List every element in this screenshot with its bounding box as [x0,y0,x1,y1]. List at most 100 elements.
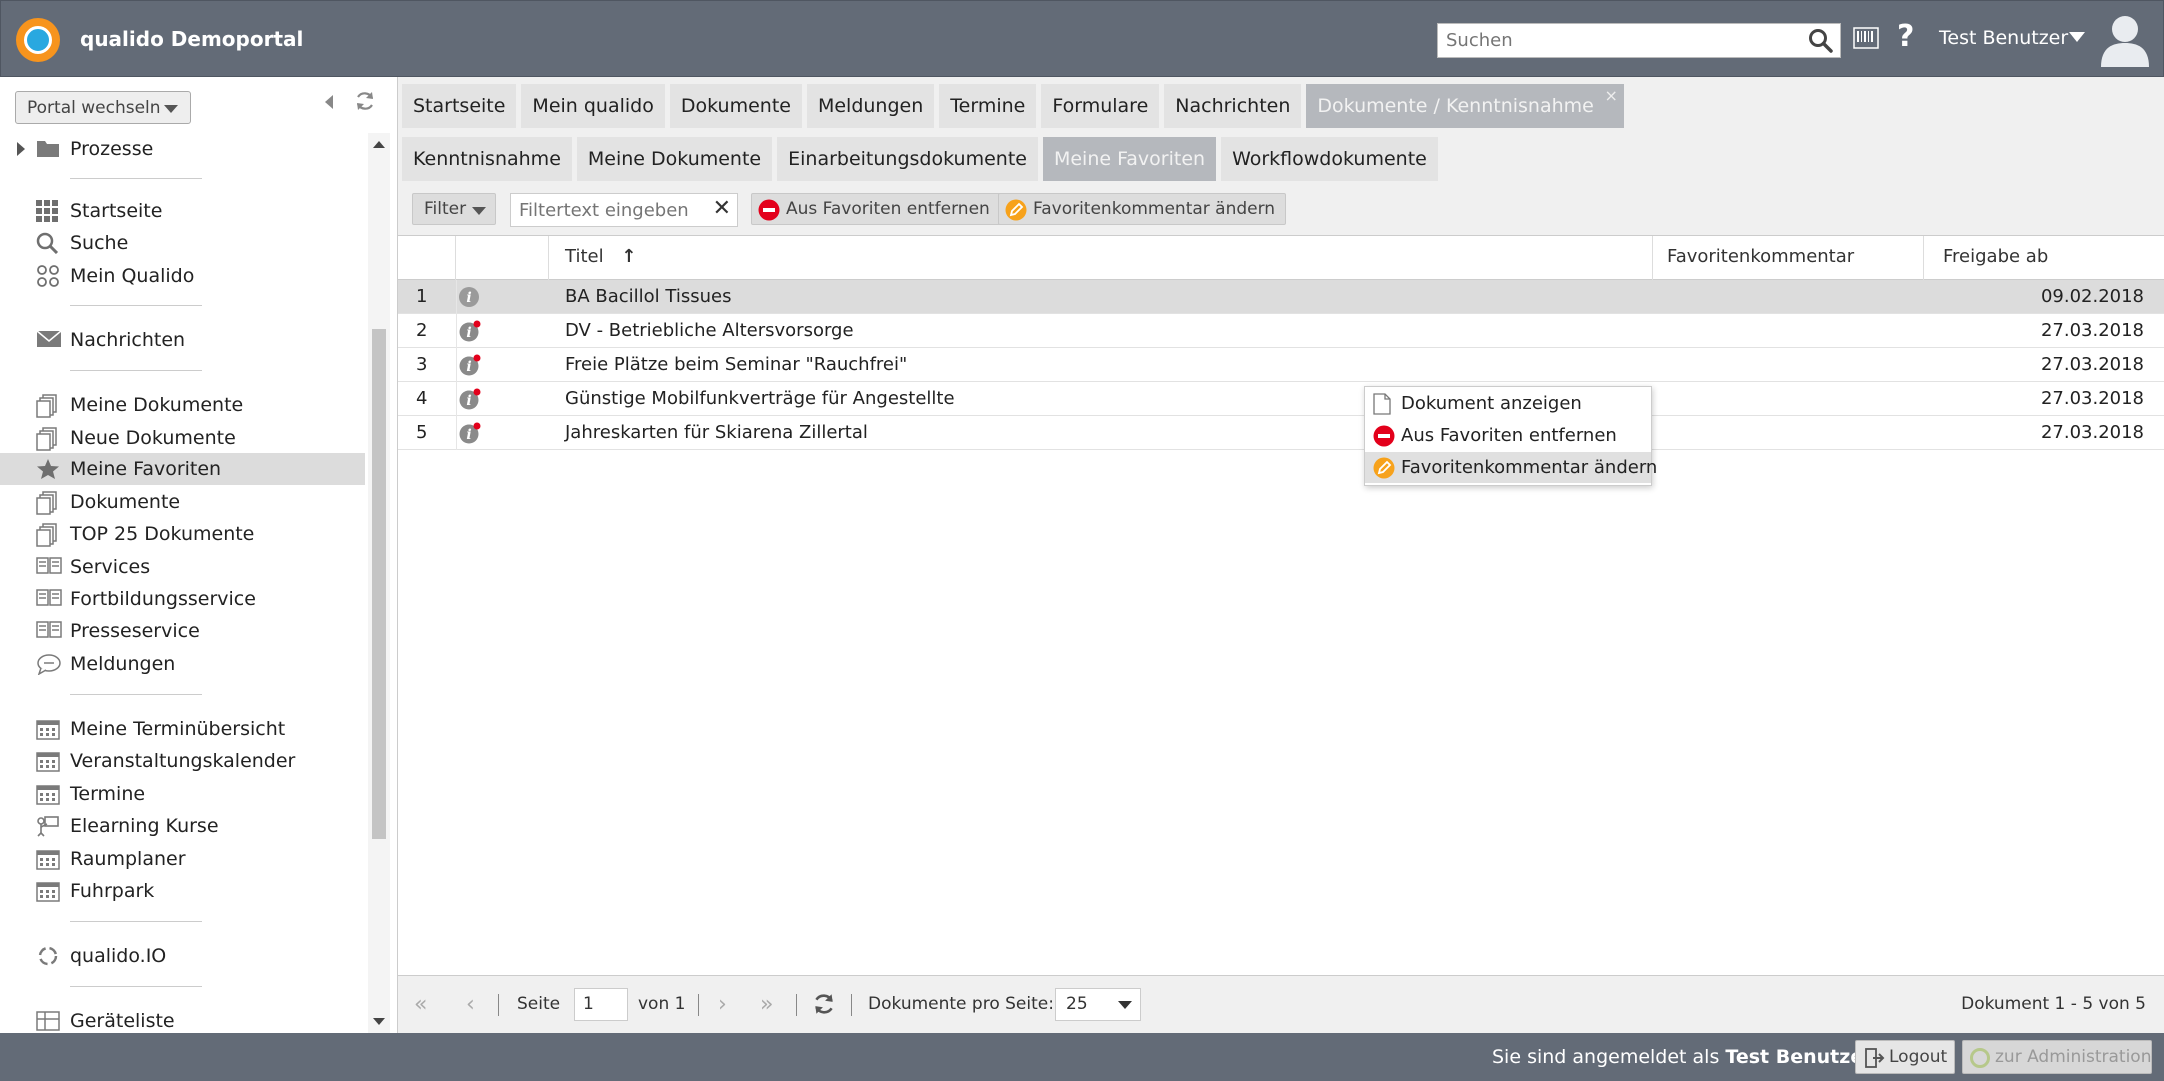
tab-nachrichten[interactable]: Nachrichten [1164,84,1302,128]
subtab-einarbeitungsdokumente[interactable]: Einarbeitungsdokumente [777,137,1038,181]
help-icon[interactable]: ? [1897,19,1914,54]
info-unread-icon[interactable]: i [458,354,482,381]
filter-text-input[interactable] [511,194,701,226]
chevron-down-icon [472,207,486,215]
sidebar-item-suche[interactable]: Suche [0,227,365,259]
page-number-input[interactable]: 1 [574,988,628,1021]
first-page-icon[interactable]: « [414,992,427,1017]
sidebar-item-label: Meine Dokumente [70,394,244,416]
last-page-icon[interactable]: » [760,992,773,1017]
sidebar-tree-item-prozesse[interactable]: Prozesse [0,133,365,165]
column-header-favoritenkommentar[interactable]: Favoritenkommentar [1653,236,1924,280]
tab-dokumente[interactable]: Dokumente [669,84,802,128]
sidebar-item-neue-dokumente[interactable]: Neue Dokumente [0,422,365,454]
sidebar-item-mein-qualido[interactable]: Mein Qualido [0,260,365,292]
chevron-down-icon[interactable] [2069,32,2085,42]
sidebar-item-fortbildungsservice[interactable]: Fortbildungsservice [0,583,365,615]
global-search [1437,23,1841,58]
main-tabs: Startseite Mein qualido Dokumente Meldun… [402,84,1624,128]
sidebar-item-termine[interactable]: Termine [0,778,365,810]
sidebar-item-elearning-kurse[interactable]: Elearning Kurse [0,810,365,842]
filter-dropdown[interactable]: Filter [412,193,496,225]
sidebar-item-meine-terminuebersicht[interactable]: Meine Terminübersicht [0,713,365,745]
avatar[interactable] [2099,13,2151,67]
subtab-workflowdokumente[interactable]: Workflowdokumente [1221,137,1438,181]
menu-item-dokument-anzeigen[interactable]: Dokument anzeigen [1365,388,1651,419]
next-page-icon[interactable]: › [718,992,727,1017]
sidebar-item-raumplaner[interactable]: Raumplaner [0,843,365,875]
row-number: 3 [416,354,428,375]
previous-page-icon[interactable]: ‹ [466,992,475,1017]
tab-formulare[interactable]: Formulare [1041,84,1160,128]
table-row[interactable]: 4 i Günstige Mobilfunkverträge für Anges… [398,382,2164,416]
calendar-icon [36,750,60,772]
tab-termine[interactable]: Termine [939,84,1037,128]
sidebar-item-startseite[interactable]: Startseite [0,195,365,227]
subtab-meine-dokumente[interactable]: Meine Dokumente [576,137,773,181]
button-label: Favoritenkommentar ändern [1033,199,1276,219]
subtab-kenntnisnahme[interactable]: Kenntnisnahme [402,137,572,181]
tab-startseite[interactable]: Startseite [402,84,517,128]
tab-label: Meine Dokumente [587,148,762,170]
scroll-up-icon[interactable] [373,141,385,148]
portal-switch-dropdown[interactable]: Portal wechseln [15,91,191,124]
sidebar-item-qualido-io[interactable]: qualido.IO [0,940,365,972]
info-unread-icon[interactable]: i [458,320,482,347]
refresh-icon[interactable] [353,89,377,118]
qualido-logo-icon[interactable] [16,18,60,62]
logout-icon [1865,1048,1885,1073]
sidebar-item-fuhrpark[interactable]: Fuhrpark [0,875,365,907]
sidebar-item-meine-dokumente[interactable]: Meine Dokumente [0,389,365,421]
tab-meldungen[interactable]: Meldungen [806,84,935,128]
sidebar-item-presseservice[interactable]: Presseservice [0,615,365,647]
table-row[interactable]: 5 i Jahreskarten für Skiarena Zillertal … [398,416,2164,450]
sidebar-divider [70,178,202,179]
menu-item-favoritenkommentar-aendern[interactable]: Favoritenkommentar ändern [1365,452,1657,483]
edit-favorite-comment-button[interactable]: Favoritenkommentar ändern [998,193,1287,225]
sidebar-item-nachrichten[interactable]: Nachrichten [0,324,365,356]
sidebar-item-top-25-dokumente[interactable]: TOP 25 Dokumente [0,518,365,550]
tab-dokumente-kenntnisnahme[interactable]: Dokumente / Kenntnisnahme × [1306,84,1624,128]
document-icon [1373,393,1391,420]
sidebar-item-meldungen[interactable]: Meldungen [0,648,365,680]
user-menu-name[interactable]: Test Benutzer [1939,27,2068,49]
sort-ascending-icon[interactable]: ↑ [621,246,636,267]
collapse-sidebar-icon[interactable] [325,95,333,109]
column-header-title[interactable]: Titel ↑ [549,236,1653,280]
svg-text:i: i [466,325,471,341]
per-page-select[interactable]: 25 [1055,988,1141,1021]
barcode-icon[interactable] [1853,27,1879,54]
refresh-icon[interactable] [811,991,837,1022]
table-row[interactable]: 2 i DV - Betriebliche Altersvorsorge 27.… [398,314,2164,348]
logout-button[interactable]: Logout [1855,1040,1955,1074]
tab-mein-qualido[interactable]: Mein qualido [521,84,665,128]
speech-bubble-icon [36,653,61,676]
documents-icon [36,523,60,547]
sidebar-item-services[interactable]: Services [0,551,365,583]
info-icon[interactable]: i [458,286,482,313]
info-unread-icon[interactable]: i [458,422,482,449]
remove-favorite-button[interactable]: Aus Favoriten entfernen [751,193,1001,225]
sidebar-item-dokumente[interactable]: Dokumente [0,486,365,518]
info-unread-icon[interactable]: i [458,388,482,415]
table-row[interactable]: 3 i Freie Plätze beim Seminar "Rauchfrei… [398,348,2164,382]
search-input[interactable] [1438,24,1798,57]
scroll-down-icon[interactable] [373,1018,385,1025]
main-content: Startseite Mein qualido Dokumente Meldun… [398,77,2164,1033]
column-header-freigabe-ab[interactable]: Freigabe ab [1924,236,2164,280]
close-icon[interactable]: × [1604,86,1617,105]
sidebar-item-geraeteliste[interactable]: Geräteliste [0,1005,365,1033]
administration-button[interactable]: zur Administration [1962,1040,2152,1074]
per-page-label: Dokumente pro Seite: [868,994,1054,1014]
sidebar-scrollbar[interactable] [368,133,390,1033]
subtab-meine-favoriten[interactable]: Meine Favoriten [1042,137,1217,181]
document-title: BA Bacillol Tissues [565,286,732,307]
search-icon[interactable] [1808,28,1834,59]
expand-arrow-icon[interactable] [17,142,25,156]
table-row[interactable]: 1 i BA Bacillol Tissues 09.02.2018 [398,280,2164,314]
clear-filter-icon[interactable]: ✕ [713,196,731,221]
menu-item-aus-favoriten-entfernen[interactable]: Aus Favoriten entfernen [1365,420,1651,451]
sidebar-item-veranstaltungskalender[interactable]: Veranstaltungskalender [0,745,365,777]
sidebar-item-meine-favoriten[interactable]: Meine Favoriten [0,453,365,485]
scrollbar-thumb[interactable] [372,329,386,839]
